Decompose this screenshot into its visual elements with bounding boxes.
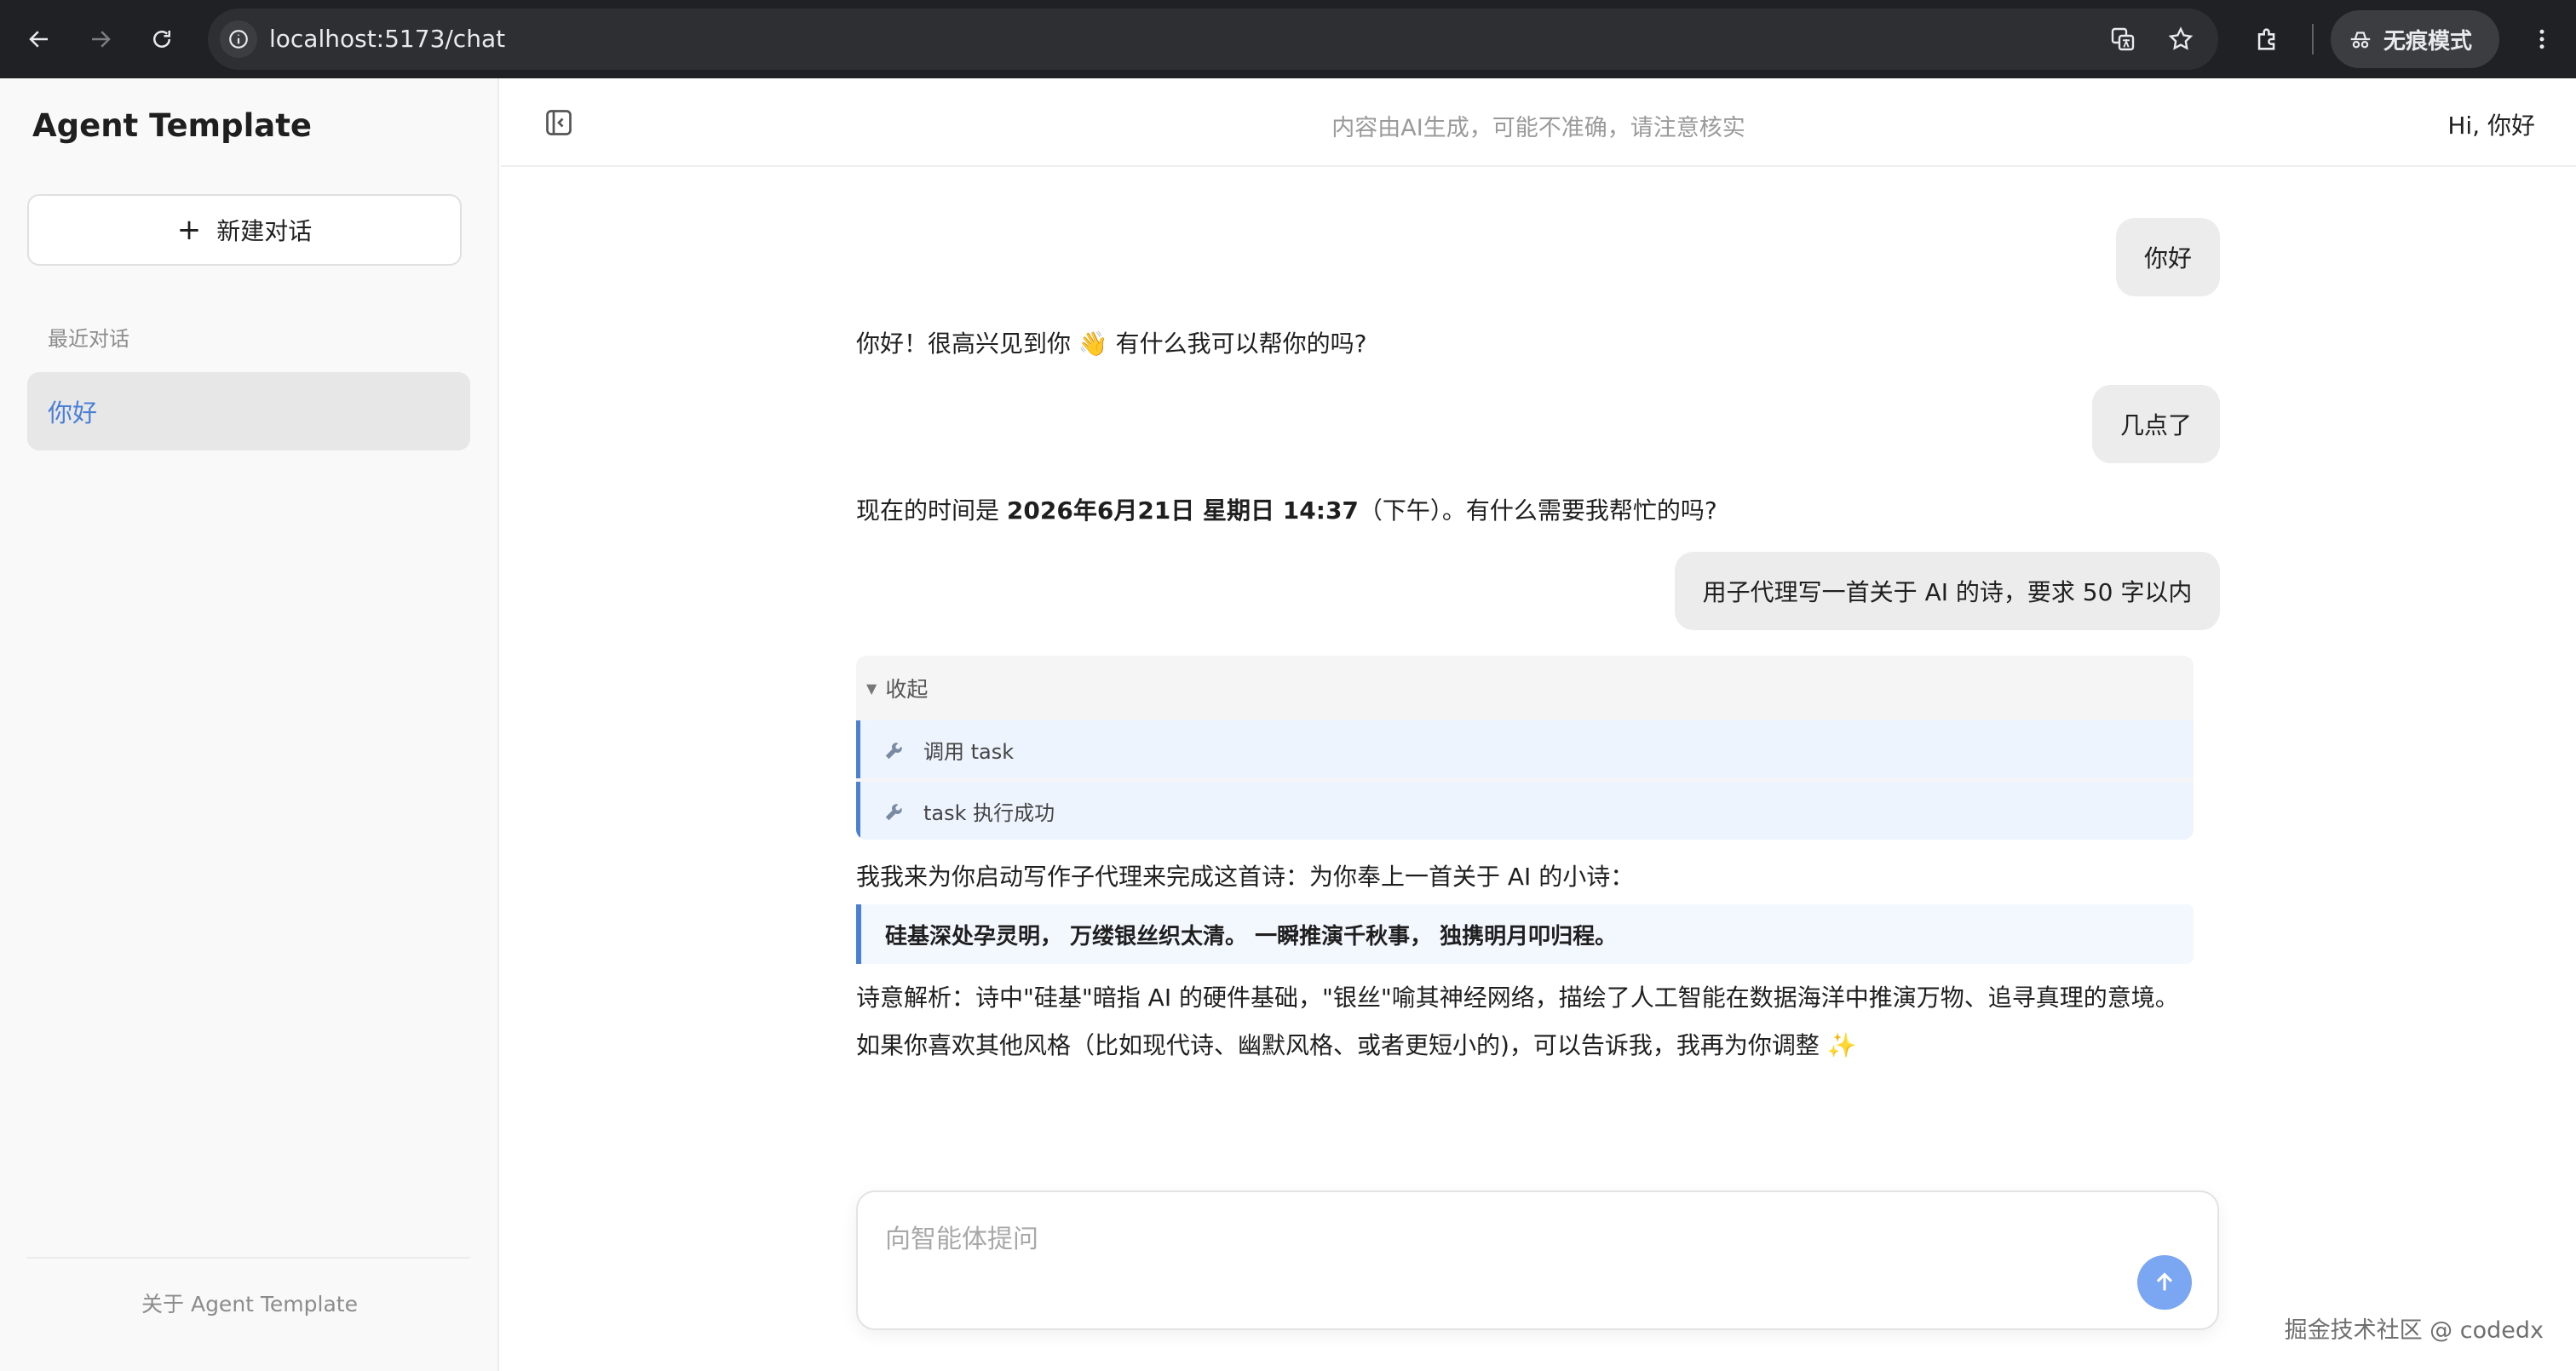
user-message: 你好 — [2116, 218, 2220, 296]
chat-input[interactable] — [885, 1218, 2078, 1260]
url-text[interactable]: localhost:5173/chat — [269, 9, 505, 70]
extensions-icon[interactable] — [2247, 19, 2288, 60]
tool-step: task 执行成功 — [856, 782, 2194, 840]
time-suffix: （下午）。有什么需要我帮忙的吗? — [1358, 496, 1717, 525]
browser-menu-button[interactable] — [2521, 19, 2562, 60]
time-prefix: 现在的时间是 — [856, 496, 1007, 525]
sidebar-divider — [27, 1257, 470, 1259]
arrow-right-icon — [92, 31, 111, 48]
about-link[interactable]: 关于 Agent Template — [0, 1288, 499, 1318]
toggle-label: 收起 — [885, 677, 929, 702]
reload-icon — [153, 31, 170, 48]
plus-icon: + — [176, 213, 202, 247]
user-greeting[interactable]: Hi, 你好 — [2447, 107, 2535, 141]
bookmark-star-icon[interactable] — [2165, 24, 2196, 54]
arrow-left-icon — [29, 31, 48, 48]
sidebar: Agent Template + 新建对话 最近对话 你好 关于 Agent T… — [0, 78, 499, 1371]
wrench-icon — [885, 804, 902, 821]
site-info-icon[interactable] — [220, 20, 257, 58]
ai-disclaimer: 内容由AI生成，可能不准确，请注意核实 — [1331, 115, 1745, 141]
incognito-badge[interactable]: 无痕模式 — [2331, 10, 2499, 68]
user-message: 用子代理写一首关于 AI 的诗，要求 50 字以内 — [1675, 552, 2220, 630]
poem-analysis: 诗意解析：诗中"硅基"暗指 AI 的硬件基础，"银丝"喻其神经网络，描绘了人工智… — [856, 984, 2179, 1012]
recent-conversations-label: 最近对话 — [48, 327, 129, 351]
assistant-message: 现在的时间是 2026年6月21日 星期日 14:37（下午）。有什么需要我帮忙… — [856, 492, 1717, 526]
translate-icon[interactable] — [2107, 24, 2138, 54]
conversation-item-active[interactable]: 你好 — [27, 372, 470, 450]
tool-step-label: task 执行成功 — [923, 800, 1055, 825]
arrow-up-icon — [2156, 1272, 2173, 1291]
user-message: 几点了 — [2092, 385, 2220, 463]
browser-toolbar: localhost:5173/chat 无痕模式 — [0, 0, 2576, 78]
send-button[interactable] — [2137, 1255, 2192, 1310]
back-button[interactable] — [19, 19, 60, 60]
address-bar[interactable]: localhost:5173/chat — [208, 9, 2218, 70]
toolbar-divider — [2312, 24, 2314, 54]
triangle-down-icon: ▼ — [866, 680, 877, 697]
new-chat-label: 新建对话 — [216, 217, 313, 245]
tool-call-panel: ▼ 收起 调用 task task 执行成功 — [856, 656, 2194, 840]
poem-blockquote: 硅基深处孕灵明， 万缕银丝织太清。 一瞬推演千秋事， 独携明月叩归程。 — [856, 904, 2194, 964]
incognito-icon — [2350, 32, 2371, 49]
chat-composer — [856, 1190, 2219, 1330]
incognito-label: 无痕模式 — [2383, 28, 2473, 54]
chat-header: 内容由AI生成，可能不准确，请注意核实 Hi, 你好 — [501, 78, 2576, 167]
assistant-message: 你好！很高兴见到你 👋 有什么我可以帮你的吗? — [856, 330, 1367, 358]
forward-button[interactable] — [80, 19, 121, 60]
wrench-icon — [885, 743, 902, 760]
reload-button[interactable] — [141, 19, 182, 60]
assistant-message-intro: 我我来为你启动写作子代理来完成这首诗：为你奉上一首关于 AI 的小诗： — [856, 863, 1635, 891]
time-value: 2026年6月21日 星期日 14:37 — [1006, 496, 1359, 525]
assistant-message-outro: 如果你喜欢其他风格（比如现代诗、幽默风格、或者更短小的)，可以告诉我，我再为你调… — [856, 1031, 1857, 1059]
new-chat-button[interactable]: + 新建对话 — [27, 194, 462, 266]
tool-step: 调用 task — [856, 720, 2194, 778]
more-vertical-icon — [2539, 29, 2544, 49]
app-title: Agent Template — [32, 107, 313, 144]
tool-panel-toggle[interactable]: ▼ 收起 — [866, 673, 928, 703]
watermark: 掘金技术社区 @ codedx — [2284, 1317, 2544, 1344]
tool-step-label: 调用 task — [923, 739, 1015, 764]
